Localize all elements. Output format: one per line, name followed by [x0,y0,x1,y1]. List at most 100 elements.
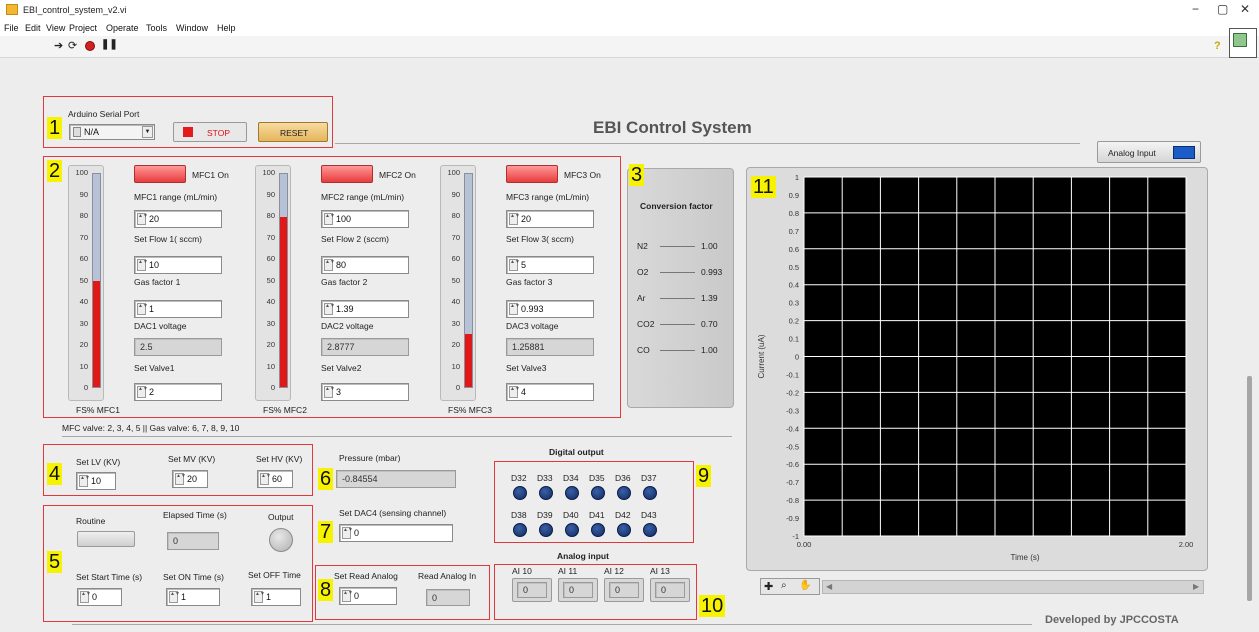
reset-button[interactable]: RESET [258,122,328,142]
mfc-range-input[interactable]: ▲▼ 20 [134,210,222,228]
spinner-icon[interactable]: ▲▼ [509,213,520,225]
elapsed-label: Elapsed Time (s) [163,510,227,520]
spinner-icon[interactable]: ▲▼ [175,473,186,485]
spinner-icon[interactable]: ▲▼ [137,386,148,398]
menu-project[interactable]: Project [69,23,97,33]
crosshair-icon[interactable]: ✚ [764,580,773,593]
spinner-icon[interactable]: ▲▼ [137,303,148,315]
spinner-icon[interactable]: ▲▼ [79,475,90,487]
mfc-gas-input[interactable]: ▲▼ 1 [134,300,222,318]
stop-label: STOP [207,128,230,138]
on-time-input[interactable]: ▲▼ 1 [166,588,220,606]
mfc-gas-input[interactable]: ▲▼ 0.993 [506,300,594,318]
spinner-icon[interactable]: ▲▼ [324,259,335,271]
menu-edit[interactable]: Edit [25,23,41,33]
mfc-dac-indicator: 2.8777 [321,338,409,356]
section-number-7: 7 [318,521,334,543]
routine-button[interactable] [77,531,135,547]
pause-icon[interactable]: ❚❚ [101,39,118,50]
abort-icon[interactable] [85,41,95,51]
dac4-value: 0 [354,528,360,538]
mfc-on-button[interactable] [321,165,373,183]
spinner-icon[interactable]: ▲▼ [324,303,335,315]
minimize-icon[interactable]: − [1192,2,1199,16]
set-read-analog-input[interactable]: ▲▼ 0 [339,587,397,605]
analog-channel-label: AI 11 [558,566,578,576]
run-arrow-icon[interactable]: ➔ [54,39,63,52]
lv-input[interactable]: ▲▼ 10 [76,472,116,490]
mv-input[interactable]: ▲▼ 20 [172,470,208,488]
mfc-on-button[interactable] [134,165,186,183]
mfc-range-input[interactable]: ▲▼ 100 [321,210,409,228]
help-icon[interactable]: ? [1214,40,1221,52]
mfc-valve-label: Set Valve1 [134,363,175,373]
serial-port-label: Arduino Serial Port [68,109,140,119]
connector-pane-icon[interactable] [1229,28,1257,58]
menu-view[interactable]: View [46,23,65,33]
spinner-icon[interactable]: ▲▼ [509,259,520,271]
current-graph[interactable]: 1 0.9 0.8 0.7 0.6 0.5 0.4 0.3 0.2 0.1 0 -0.1 -0.2 -0.… [746,167,1208,571]
spinner-icon[interactable]: ▲▼ [137,213,148,225]
y-tick-label: 1 [795,173,799,182]
mfc-range-label: MFC2 range (mL/min) [321,192,405,202]
mfc-divider [62,436,732,437]
spinner-icon[interactable]: ▲▼ [260,473,271,485]
pressure-label: Pressure (mbar) [339,453,401,463]
hv-input[interactable]: ▲▼ 60 [257,470,293,488]
tank-tick-label: 0 [83,383,88,392]
run-continuously-icon[interactable]: ⟳ [68,39,77,52]
graph-scrollbar[interactable]: ◀ ▶ [822,580,1204,594]
y-tick-label: 0.9 [789,191,799,200]
scroll-right-icon[interactable]: ▶ [1193,582,1199,591]
mfc-flow-input[interactable]: ▲▼ 80 [321,256,409,274]
mfc-valve-input[interactable]: ▲▼ 3 [321,383,409,401]
mfc-flow-input[interactable]: ▲▼ 10 [134,256,222,274]
off-time-label: Set OFF Time [248,570,301,580]
y-tick-label: 0.1 [789,335,799,344]
digital-output-led [539,486,553,500]
conversion-factor: 1.00 [701,241,718,251]
zoom-icon[interactable]: ⌕ [781,580,787,591]
analog-channel-label: AI 10 [512,566,532,576]
analog-input-button[interactable]: Analog Input [1097,141,1201,163]
mfc-dac-value: 2.8777 [327,342,355,352]
mfc-on-button[interactable] [506,165,558,183]
tank-tick-label: 80 [79,211,88,220]
mfc-valve-input[interactable]: ▲▼ 4 [506,383,594,401]
spinner-icon[interactable]: ▲▼ [254,591,265,603]
scroll-left-icon[interactable]: ◀ [826,582,832,591]
spinner-icon[interactable]: ▲▼ [342,590,353,602]
mfc-flow-input[interactable]: ▲▼ 5 [506,256,594,274]
restore-icon[interactable]: ▢ [1217,2,1228,16]
mfc-range-input[interactable]: ▲▼ 20 [506,210,594,228]
serial-port-select[interactable]: N/A ▼ [69,124,155,140]
spinner-icon[interactable]: ▲▼ [169,591,180,603]
mfc-gas-input[interactable]: ▲▼ 1.39 [321,300,409,318]
mfc-dac-indicator: 1.25881 [506,338,594,356]
stop-button[interactable]: STOP [173,122,247,142]
off-time-input[interactable]: ▲▼ 1 [251,588,301,606]
lv-label: Set LV (KV) [76,457,121,467]
spinner-icon[interactable]: ▲▼ [324,213,335,225]
chevron-down-icon[interactable]: ▼ [142,126,153,138]
digital-output-label: D32 [511,473,527,483]
spinner-icon[interactable]: ▲▼ [342,527,353,539]
window-scrollbar[interactable] [1247,376,1252,601]
menu-tools[interactable]: Tools [146,23,167,33]
spinner-icon[interactable]: ▲▼ [324,386,335,398]
menu-window[interactable]: Window [176,23,208,33]
spinner-icon[interactable]: ▲▼ [509,303,520,315]
spinner-icon[interactable]: ▲▼ [509,386,520,398]
spinner-icon[interactable]: ▲▼ [137,259,148,271]
spinner-icon[interactable]: ▲▼ [80,591,91,603]
menu-help[interactable]: Help [217,23,236,33]
pan-hand-icon[interactable]: ✋ [799,580,811,591]
close-icon[interactable]: ✕ [1240,2,1250,16]
start-time-input[interactable]: ▲▼ 0 [77,588,122,606]
analog-channel-box: 0 [650,578,690,602]
mfc-valve-input[interactable]: ▲▼ 2 [134,383,222,401]
section-number-1: 1 [47,117,63,139]
menu-operate[interactable]: Operate [106,23,139,33]
menu-file[interactable]: File [4,23,19,33]
dac4-input[interactable]: ▲▼ 0 [339,524,453,542]
